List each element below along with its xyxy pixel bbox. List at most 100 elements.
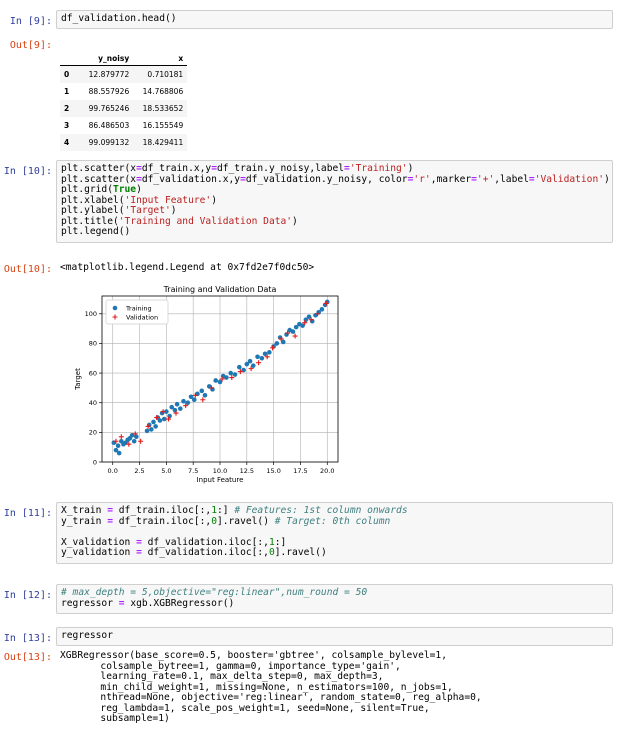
code-input-12[interactable]: # max_depth = 5,objective="reg:linear",n… <box>56 584 613 614</box>
data-point-training <box>202 393 208 398</box>
dataframe-table: y_noisy x 0 12.879772 0.710181 1 88.557926 14… <box>60 51 188 151</box>
row-index: 1 <box>64 87 70 96</box>
data-point-training <box>178 406 183 411</box>
y-tick-label: 20 <box>89 429 97 437</box>
x-tick-label: 2.5 <box>134 467 144 475</box>
output-text-10: <matplotlib.legend.Legend at 0x7fd2e7f0d… <box>60 262 315 273</box>
input-prompt-12: In [12]: <box>3 590 52 601</box>
table-cell: 99.765246 <box>88 104 130 113</box>
data-point-training <box>153 424 158 429</box>
code-block: # max_depth = 5,objective="reg:linear",n… <box>57 585 612 612</box>
data-point-training <box>259 355 265 361</box>
code-line: df_validation.head() <box>61 13 177 24</box>
data-point-training <box>144 428 150 434</box>
row-index: 4 <box>64 138 70 147</box>
code-line: # max_depth = 5,objective="reg:linear",n… <box>61 587 368 598</box>
code-line: plt.title('Training and Validation Data'… <box>61 215 298 227</box>
chart-title: Training and Validation Data <box>163 285 277 294</box>
code-line: y_train = df_train.iloc[:,0].ravel() # T… <box>61 515 391 527</box>
data-point-training <box>161 416 167 422</box>
data-point-training <box>131 438 137 444</box>
input-prompt-13: In [13]: <box>3 633 52 644</box>
x-tick-label: 12.5 <box>240 467 254 475</box>
data-point-training <box>151 419 156 425</box>
code-block: X_train = df_train.iloc[:,1:] # Features… <box>57 503 612 562</box>
y-axis-label: Target <box>74 368 82 391</box>
table-cell: 99.099132 <box>88 138 130 147</box>
x-tick-label: 10.0 <box>213 467 227 475</box>
data-point-training <box>274 341 280 346</box>
column-header: x <box>133 51 188 66</box>
legend-label-training: Training <box>125 305 152 313</box>
code-line: regressor = xgb.XGBRegressor() <box>61 597 235 609</box>
table-cell: 18.533652 <box>142 104 184 113</box>
data-point-training <box>232 372 238 377</box>
x-tick-label: 20.0 <box>320 467 334 475</box>
output-prompt-13: Out[13]: <box>3 652 52 663</box>
output-text-13: XGBRegressor(base_score=0.5, booster='gb… <box>60 650 482 724</box>
x-axis-label: Input Feature <box>197 476 244 484</box>
y-tick-label: 40 <box>89 399 97 407</box>
x-tick-label: 17.5 <box>293 467 307 475</box>
table-cell: 16.155549 <box>142 121 184 130</box>
x-tick-label: 5.0 <box>161 467 171 475</box>
code-line: plt.scatter(x=df_train.x,y=df_train.y_no… <box>61 163 414 174</box>
legend-label-validation: Validation <box>126 314 158 322</box>
data-point-training <box>228 370 234 376</box>
data-point-training <box>267 350 272 355</box>
data-point-training <box>213 378 219 383</box>
input-prompt-9: In [9]: <box>9 16 52 27</box>
y-tick-label: 80 <box>89 340 97 348</box>
table-cell: 12.879772 <box>88 70 130 79</box>
code-input-11[interactable]: X_train = df_train.iloc[:,1:] # Features… <box>56 502 613 564</box>
data-point-training <box>319 307 325 312</box>
data-point-training <box>191 397 197 403</box>
column-header: y_noisy <box>73 51 134 66</box>
table-row: 4 99.099132 18.429411 <box>60 134 188 151</box>
data-point-training <box>247 358 253 364</box>
input-prompt-10: In [10]: <box>3 166 52 177</box>
index-header <box>60 51 74 66</box>
x-tick-label: 0.0 <box>108 467 118 475</box>
table-cell: 14.768806 <box>142 87 184 96</box>
code-input-10[interactable]: plt.scatter(x=df_train.x,y=df_train.y_no… <box>56 160 613 243</box>
output-prompt-10: Out[10]: <box>3 264 52 275</box>
table-header-row: y_noisy x <box>60 51 188 66</box>
y-tick-label: 100 <box>85 310 97 318</box>
table-row: 2 99.765246 18.533652 <box>60 100 188 117</box>
output-prompt-9: Out[9]: <box>9 40 52 51</box>
row-index: 3 <box>64 121 70 130</box>
table-cell: 86.486503 <box>88 121 130 130</box>
data-point-training <box>116 450 122 456</box>
data-point-training <box>255 354 260 360</box>
table-cell: 88.557926 <box>88 87 130 96</box>
x-tick-label: 15.0 <box>266 467 280 475</box>
data-point-training <box>157 418 163 423</box>
y-tick-label: 60 <box>89 369 97 377</box>
code-line: plt.scatter(x=df_validation.x,y=df_valid… <box>61 173 610 185</box>
legend-marker-training <box>112 305 118 311</box>
code-block: plt.scatter(x=df_train.x,y=df_train.y_no… <box>57 161 612 241</box>
table-cell: 18.429411 <box>142 138 184 147</box>
data-point-training <box>224 375 229 380</box>
data-point-training <box>290 329 296 334</box>
data-point-training <box>174 401 180 407</box>
code-line: regressor <box>61 630 113 641</box>
data-point-training <box>149 427 154 432</box>
data-point-training <box>237 364 242 370</box>
code-input-9[interactable]: df_validation.head() <box>56 10 613 29</box>
table-cell: 0.710181 <box>147 70 184 79</box>
table-row: 3 86.486503 16.155549 <box>60 117 187 134</box>
code-line: plt.legend() <box>61 226 131 237</box>
data-point-training <box>115 443 121 448</box>
scatter-chart: 0.0 2.5 5.0 7.5 10.0 12.5 15.0 17.5 20.0 0 20 40 60 8… <box>74 285 339 484</box>
x-tick-label: 7.5 <box>188 467 198 475</box>
row-index: 2 <box>64 104 70 113</box>
y-tick-label: 0 <box>93 458 97 466</box>
data-point-training <box>199 388 205 394</box>
input-prompt-11: In [11]: <box>3 508 52 519</box>
code-input-13[interactable]: regressor <box>56 627 613 646</box>
row-index: 0 <box>64 70 70 79</box>
table-row: 1 88.557926 14.768806 <box>60 83 187 100</box>
